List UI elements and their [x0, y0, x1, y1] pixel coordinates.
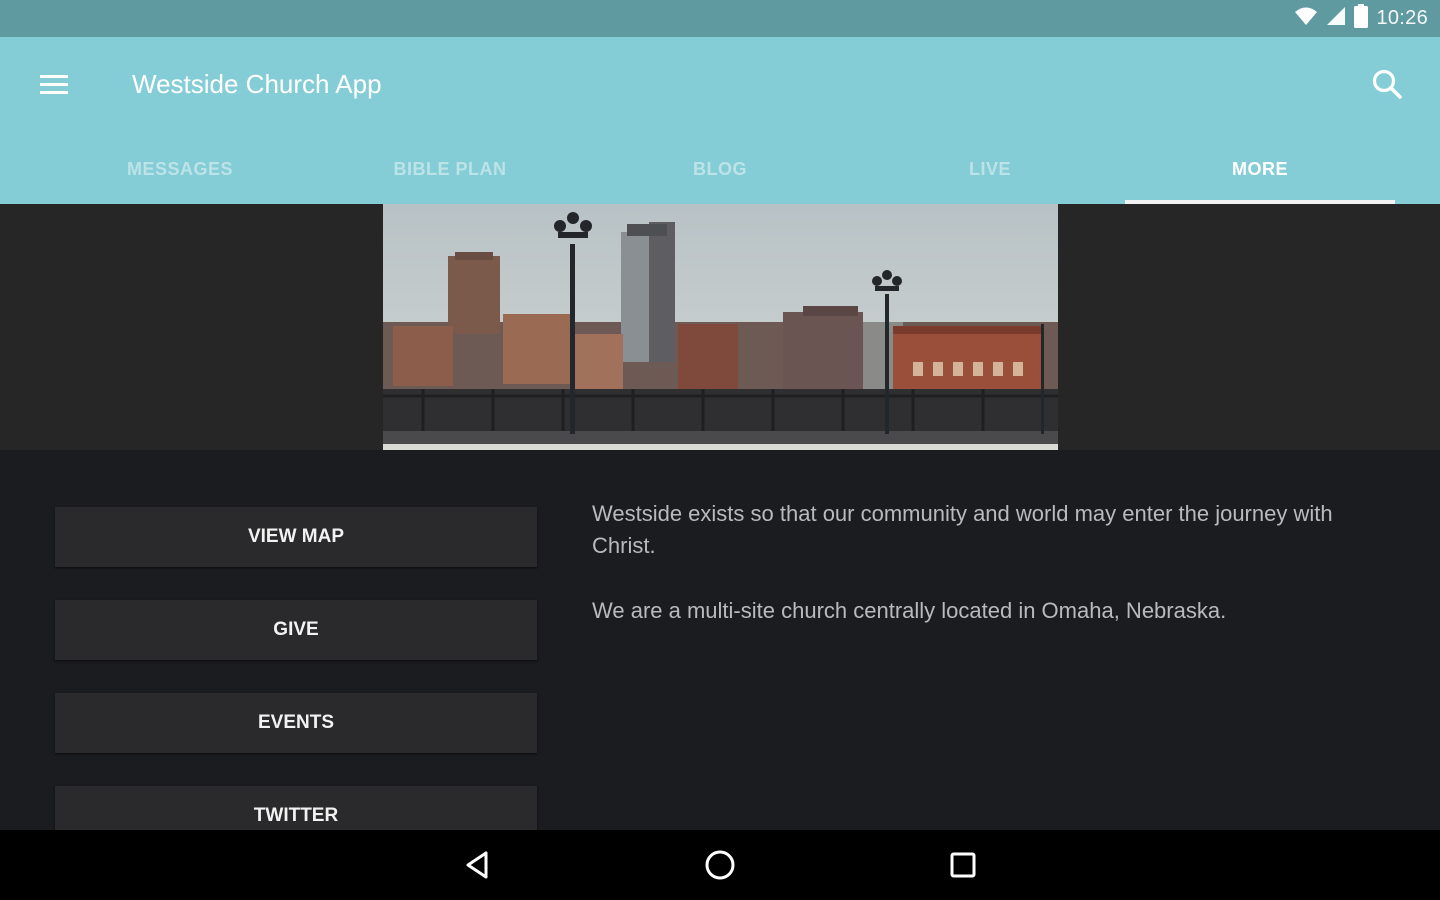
search-icon [1372, 69, 1402, 99]
battery-icon [1354, 4, 1369, 33]
tab-bible-plan[interactable]: BIBLE PLAN [315, 135, 585, 204]
tab-live[interactable]: LIVE [855, 135, 1125, 204]
hero-banner [0, 204, 1440, 450]
wifi-icon [1294, 6, 1318, 31]
view-map-button[interactable]: VIEW MAP [55, 507, 537, 567]
tab-blog[interactable]: BLOG [585, 135, 855, 204]
give-button[interactable]: GIVE [55, 600, 537, 660]
events-button[interactable]: EVENTS [55, 693, 537, 753]
home-icon [705, 850, 735, 880]
home-button[interactable] [702, 847, 738, 883]
system-nav-bar [0, 830, 1440, 900]
description-paragraph: Westside exists so that our community an… [592, 501, 1333, 558]
app-bar: Westside Church App MESSAGES BIBLE PLAN … [0, 37, 1440, 204]
cell-signal-icon [1326, 6, 1346, 31]
back-button[interactable] [460, 847, 496, 883]
status-bar: 10:26 [0, 0, 1440, 37]
menu-button[interactable] [38, 71, 70, 99]
app-title: Westside Church App [132, 69, 382, 99]
search-button[interactable] [1370, 67, 1404, 101]
tab-bar: MESSAGES BIBLE PLAN BLOG LIVE MORE [45, 135, 1395, 204]
status-icons: 10:26 [1294, 0, 1428, 37]
city-skyline-photo [383, 204, 1058, 450]
hamburger-menu-icon [40, 75, 68, 94]
recent-apps-button[interactable] [945, 847, 981, 883]
status-time: 10:26 [1376, 7, 1428, 29]
tab-more[interactable]: MORE [1125, 135, 1395, 204]
more-content: VIEW MAP GIVE EVENTS TWITTER Westside ex… [0, 450, 1440, 830]
description-paragraph: We are a multi-site church centrally loc… [592, 598, 1227, 623]
back-icon [466, 851, 488, 879]
twitter-button[interactable]: TWITTER [55, 786, 537, 830]
recent-apps-icon [950, 852, 976, 878]
tab-messages[interactable]: MESSAGES [45, 135, 315, 204]
church-description: Westside exists so that our community an… [592, 498, 1372, 660]
